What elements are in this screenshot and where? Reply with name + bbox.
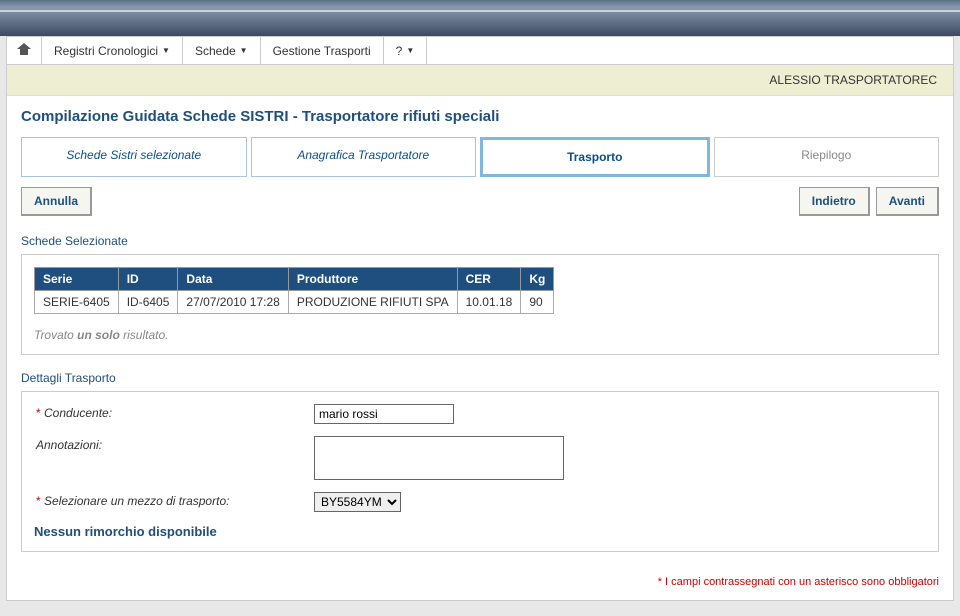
section-dettagli-trasporto-label: Dettagli Trasporto [21,371,939,385]
schede-table: Serie ID Data Produttore CER Kg SERIE-64… [34,267,554,314]
col-cer: CER [457,268,521,291]
table-header-row: Serie ID Data Produttore CER Kg [35,268,554,291]
mezzo-select[interactable]: BY5584YM [314,492,401,512]
step-label: Riepilogo [801,148,851,162]
chevron-down-icon: ▼ [162,46,170,55]
schede-panel: Serie ID Data Produttore CER Kg SERIE-64… [21,254,939,355]
conducente-input[interactable] [314,404,454,424]
mezzo-label: * Selezionare un mezzo di trasporto: [34,492,314,508]
col-data: Data [178,268,288,291]
required-mark: * [36,406,44,420]
row-conducente: * Conducente: [34,404,926,424]
conducente-label: * Conducente: [34,404,314,420]
indietro-button[interactable]: Indietro [799,187,870,216]
cell-id: ID-6405 [118,291,178,314]
cell-kg: 90 [521,291,554,314]
col-kg: Kg [521,268,554,291]
annulla-button[interactable]: Annulla [21,187,92,216]
menu-label: ? [396,44,403,58]
chevron-down-icon: ▼ [406,46,414,55]
mandatory-fields-note: * I campi contrassegnati con un asterisc… [21,576,939,588]
user-bar: ALESSIO TRASPORTATOREC [7,65,953,96]
col-id: ID [118,268,178,291]
page-title: Compilazione Guidata Schede SISTRI - Tra… [21,108,939,125]
wizard-steps: Schede Sistri selezionate Anagrafica Tra… [21,137,939,177]
chevron-down-icon: ▼ [240,46,248,55]
row-mezzo: * Selezionare un mezzo di trasporto: BY5… [34,492,926,512]
avanti-button[interactable]: Avanti [876,187,939,216]
current-user: ALESSIO TRASPORTATOREC [769,73,937,87]
menu-label: Schede [195,44,236,58]
menu-registri-cronologici[interactable]: Registri Cronologici ▼ [42,37,183,64]
dettagli-panel: * Conducente: Annotazioni: * Selezionare… [21,391,939,552]
step-label: Schede Sistri selezionate [66,148,201,162]
row-annotazioni: Annotazioni: [34,436,926,480]
top-menubar: Registri Cronologici ▼ Schede ▼ Gestione… [7,37,953,65]
menu-help[interactable]: ? ▼ [384,37,428,64]
step-anagrafica-trasportatore[interactable]: Anagrafica Trasportatore [251,137,477,177]
annotazioni-textarea[interactable] [314,436,564,480]
step-trasporto[interactable]: Trasporto [480,137,710,177]
cell-cer: 10.01.18 [457,291,521,314]
cell-data: 27/07/2010 17:28 [178,291,288,314]
wizard-button-row: Annulla Indietro Avanti [21,187,939,216]
step-label: Anagrafica Trasportatore [297,148,429,162]
page-container: Registri Cronologici ▼ Schede ▼ Gestione… [6,36,954,601]
menu-schede[interactable]: Schede ▼ [183,37,261,64]
cell-serie: SERIE-6405 [35,291,119,314]
cell-produttore: PRODUZIONE RIFIUTI SPA [288,291,457,314]
section-schede-selezionate-label: Schede Selezionate [21,234,939,248]
col-produttore: Produttore [288,268,457,291]
required-mark: * [36,494,44,508]
menu-gestione-trasporti[interactable]: Gestione Trasporti [261,37,384,64]
home-icon[interactable] [7,37,42,64]
menu-label: Gestione Trasporti [273,44,371,58]
annotazioni-label: Annotazioni: [34,436,314,452]
result-count-note: Trovato un solo risultato. [34,328,926,342]
step-schede-selezionate[interactable]: Schede Sistri selezionate [21,137,247,177]
no-trailer-message: Nessun rimorchio disponibile [34,524,926,539]
step-label: Trasporto [567,150,622,164]
content-area: Compilazione Guidata Schede SISTRI - Tra… [7,96,953,600]
step-riepilogo: Riepilogo [714,137,940,177]
menu-label: Registri Cronologici [54,44,158,58]
table-row[interactable]: SERIE-6405 ID-6405 27/07/2010 17:28 PROD… [35,291,554,314]
app-header-banner [0,0,960,36]
col-serie: Serie [35,268,119,291]
